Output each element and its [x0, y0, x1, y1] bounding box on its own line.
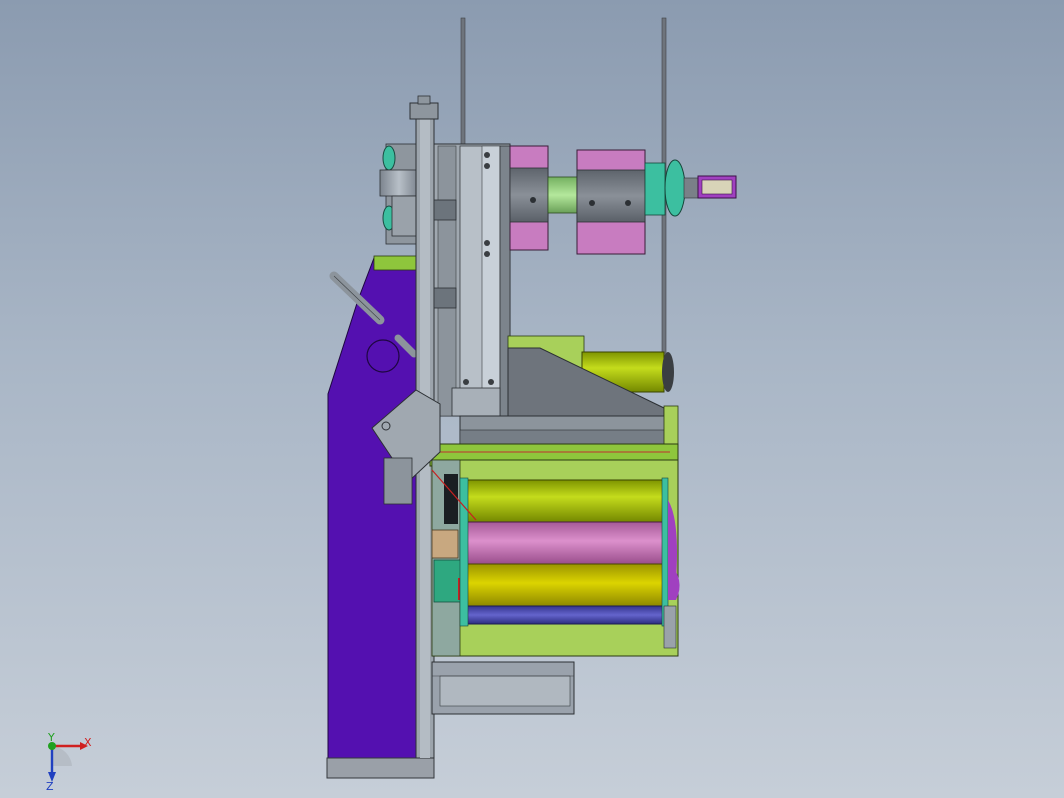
upper-roller-group — [509, 145, 737, 255]
base-plate — [326, 757, 435, 779]
axis-triad: X Y Z — [46, 731, 92, 793]
left-hub-stack — [379, 143, 419, 245]
slider-assembly — [433, 143, 511, 417]
triad-x-label: X — [84, 736, 92, 749]
cad-viewport[interactable]: X Y Z — [0, 0, 1064, 798]
purple-side-frame — [327, 255, 419, 763]
lower-roller-stack — [459, 477, 680, 649]
bottom-extrusion — [431, 661, 575, 715]
triad-y-label: Y — [47, 731, 55, 744]
triad-z-label: Z — [46, 780, 54, 793]
middle-roller — [507, 335, 674, 421]
